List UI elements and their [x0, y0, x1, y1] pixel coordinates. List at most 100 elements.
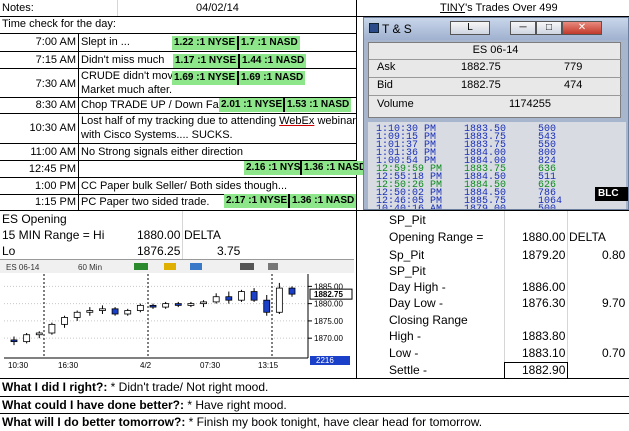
- time-and-sales-window[interactable]: T & S L ─ □ ✕ ES 06-14 Ask 1882.75 779 B…: [363, 17, 629, 210]
- quote-divider: [369, 95, 622, 96]
- candle-body: [275, 287, 283, 313]
- candle-body: [86, 310, 94, 313]
- log-note-line2: Market much after.: [81, 84, 173, 96]
- log-time: 7:15 AM: [35, 54, 76, 66]
- time-check-label: Time check for the day:: [2, 18, 116, 30]
- price-chart[interactable]: ES 06-14 60 Min 1885.00 1880.00 1875.00 1870.…: [0, 259, 354, 368]
- settle-box-right: [567, 362, 568, 378]
- log-time: 12:45 PM: [28, 163, 76, 175]
- question-label: What I did I right?:: [2, 380, 108, 394]
- question-label: What will I do better tomorrow?:: [2, 415, 186, 429]
- log-time: 7:30 AM: [35, 78, 76, 90]
- date-cell: 04/02/14: [196, 2, 239, 14]
- opening-range-value: 1880.00: [522, 230, 566, 244]
- trade-row: 10:40:16 AM 1879.00 500: [368, 205, 626, 210]
- day-delta: 9.70: [602, 296, 626, 310]
- title-suffix: 's Trades Over 499: [465, 2, 558, 14]
- row-divider: [0, 143, 356, 144]
- app-icon: [369, 23, 379, 33]
- candle-body: [35, 332, 43, 336]
- time-tick-label: 16:30: [58, 361, 79, 368]
- maximize-button[interactable]: □: [536, 21, 562, 35]
- volume-label: Volume: [377, 98, 414, 110]
- trade-price: 1879.00: [464, 204, 507, 210]
- grid-line: [504, 211, 505, 362]
- sp-pit-value: 1879.20: [522, 248, 566, 262]
- link-button[interactable]: L: [450, 21, 490, 35]
- log-time: 11:00 AM: [30, 146, 76, 158]
- time-column-divider: [78, 33, 79, 210]
- row-divider: [0, 177, 356, 178]
- trade-time: 10:40:16 AM: [376, 204, 443, 210]
- range-label: 15 MIN Range = Hi: [2, 228, 105, 242]
- log-note: Didn't miss much: [81, 54, 165, 66]
- webex-word: WebEx: [279, 115, 315, 127]
- candle-body: [124, 310, 132, 315]
- review-divider: [0, 396, 629, 397]
- answer-text: * Finish my book tonight, have clear hea…: [185, 415, 483, 429]
- blc-button[interactable]: BLC: [595, 187, 628, 201]
- trade-tape[interactable]: 1:10:30 PM 1883.50 500 1:09:15 PM 1883.75 543…: [368, 122, 626, 210]
- row-divider: [0, 51, 356, 52]
- sp-pit-label: SP_Pit: [389, 213, 426, 227]
- high-value: 1883.80: [522, 329, 566, 343]
- question-label: What could I have done better?:: [2, 398, 185, 412]
- candle-body: [23, 334, 31, 343]
- log-time: 1:00 PM: [35, 180, 76, 192]
- chart-interval: 60 Min: [78, 263, 102, 272]
- quote-panel: ES 06-14 Ask 1882.75 779 Bid 1882.75 474…: [368, 42, 622, 118]
- settle-box-left: [504, 362, 505, 378]
- quote-divider: [369, 77, 622, 78]
- candle-body: [200, 301, 207, 305]
- log-note-line2: with Cisco Systems.... SUCKS.: [81, 129, 233, 141]
- day-low-value: 1876.30: [522, 296, 566, 310]
- close-icon: ✕: [577, 22, 587, 33]
- candle-body: [61, 317, 68, 325]
- nyse-ratio-badge: 1.17 :1 NYSE: [173, 54, 239, 68]
- bid-row: Bid 1882.75 474: [369, 79, 622, 94]
- section-divider: [0, 210, 629, 211]
- column-divider: [356, 210, 357, 378]
- bid-price: 1882.75: [461, 79, 501, 91]
- quote-divider: [369, 59, 622, 60]
- zoom-icon: [268, 263, 278, 270]
- candle-body: [225, 296, 233, 301]
- sp-pit-delta: 0.80: [602, 248, 626, 262]
- review-divider: [0, 378, 629, 379]
- delta-label: DELTA: [569, 230, 606, 244]
- candle-body: [136, 304, 144, 311]
- ask-size: 779: [564, 61, 583, 73]
- day-high-label: Day High -: [389, 280, 446, 294]
- opening-range-label: Opening Range =: [389, 230, 484, 244]
- high-label: High -: [389, 329, 422, 343]
- log-time: 8:30 AM: [35, 99, 76, 111]
- ts-title-bar[interactable]: T & S L ─ □ ✕: [364, 18, 628, 40]
- log-note: CRUDE didn't move: [81, 70, 180, 82]
- candle-body: [10, 339, 18, 343]
- maximize-icon: □: [545, 22, 553, 33]
- last-price-label: 1882.75: [314, 290, 343, 299]
- delta-label: DELTA: [184, 228, 221, 242]
- chart-svg[interactable]: ES 06-14 60 Min1885.001880.001875.001870.…: [0, 260, 354, 368]
- log-time: 10:30 AM: [29, 122, 76, 134]
- header-grid-line: [117, 0, 118, 16]
- time-tick-label: 07:30: [200, 361, 221, 368]
- log-time: 7:00 AM: [35, 36, 76, 48]
- minimize-button[interactable]: ─: [510, 21, 536, 35]
- page-title: TINY's Trades Over 499: [440, 1, 558, 16]
- time-tick-label: 4/2: [140, 361, 152, 368]
- title-name: TINY: [440, 2, 466, 14]
- close-delta: 0.70: [602, 346, 626, 360]
- nasd-ratio-badge: 1.7 :1 NASD: [237, 36, 300, 50]
- log-note: Slept in ...: [81, 36, 130, 48]
- trade-size: 500: [538, 204, 557, 210]
- volume-row: Volume 1174255: [369, 98, 622, 113]
- nyse-ratio-badge: 2.01 :1 NYSE: [219, 98, 285, 112]
- candle-body: [212, 296, 220, 303]
- es-opening-title: ES Opening: [2, 212, 67, 226]
- ts-title: T & S: [382, 22, 412, 36]
- notes-label: Notes:: [2, 2, 34, 14]
- nyse-ratio-badge: 1.69 :1 NYSE: [172, 71, 238, 85]
- close-button[interactable]: ✕: [562, 21, 602, 35]
- nasd-ratio-badge: 1.69 :1 NASD: [237, 71, 306, 85]
